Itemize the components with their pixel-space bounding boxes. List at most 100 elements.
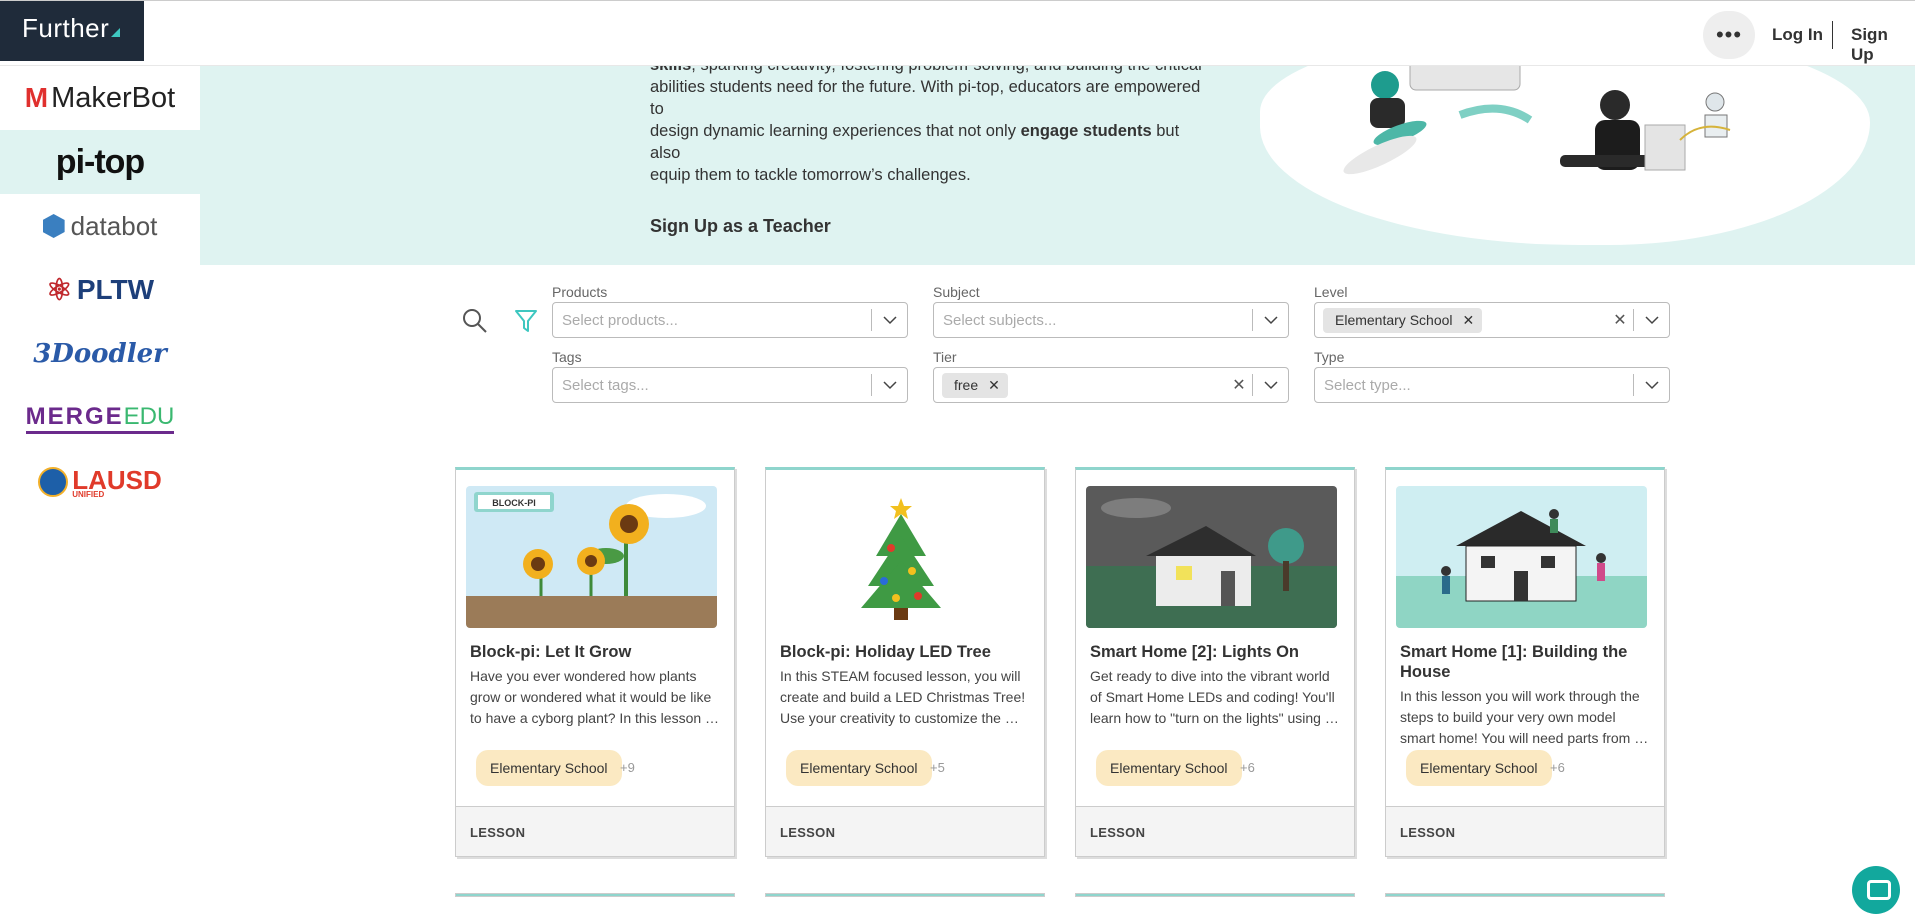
- chevron-down-icon[interactable]: [1633, 309, 1669, 331]
- card-type: LESSON: [766, 806, 1044, 856]
- sidebar-item-mergeedu[interactable]: MERGEEDU: [0, 386, 200, 450]
- card-title-line: Smart Home [1]: Building the: [1400, 643, 1628, 661]
- filter-bar: Products Select products... Subject Sele…: [0, 265, 1915, 425]
- card-type: LESSON: [1076, 806, 1354, 856]
- products-select[interactable]: Select products...: [552, 302, 908, 338]
- mergeedu-logo: MERGEEDU: [25, 402, 175, 434]
- card-desc-line: Use your creativity to customize the …: [780, 710, 1019, 726]
- sidebar-item-databot[interactable]: databot: [0, 194, 200, 258]
- subject-placeholder: Select subjects...: [943, 311, 1057, 329]
- subject-select[interactable]: Select subjects...: [933, 302, 1289, 338]
- subject-label: Subject: [933, 284, 980, 300]
- tier-select[interactable]: free ✕ ✕: [933, 367, 1289, 403]
- card-body: BLOCK-PI Block-pi: Let It Grow Have you …: [455, 467, 735, 857]
- atom-icon: ⚛: [45, 273, 73, 307]
- card-title: Block-pi: Holiday LED Tree: [780, 643, 991, 661]
- chevron-down-icon[interactable]: [871, 374, 907, 396]
- card-desc-line: smart home! You will need parts from …: [1400, 730, 1649, 746]
- lesson-card[interactable]: Smart Home [1]: Building the House In th…: [1385, 467, 1667, 857]
- tier-chip-label: free: [954, 377, 979, 393]
- pltw-logo: ⚛ PLTW: [46, 273, 154, 308]
- card-description: Get ready to dive into the vibrant world…: [1090, 666, 1346, 729]
- login-link[interactable]: Log In: [1772, 25, 1823, 45]
- card-desc-line: grow or wondered what it would be like: [470, 689, 712, 705]
- signup-teacher-link[interactable]: Sign Up as a Teacher: [650, 216, 831, 237]
- lesson-card[interactable]: Smart Home [2]: Lights On Get ready to d…: [1075, 467, 1357, 857]
- block-pi-badge: BLOCK-PI: [492, 498, 536, 508]
- card-desc-line: to have a cyborg plant? In this lesson y…: [470, 710, 726, 726]
- sidebar-item-pitop[interactable]: pi-top: [0, 130, 200, 194]
- sidebar-item-makerbot[interactable]: M MakerBot: [0, 66, 200, 130]
- chat-widget-button[interactable]: [1852, 866, 1900, 914]
- card-description: In this lesson you will work through the…: [1400, 686, 1656, 749]
- level-tag: Elementary School: [1406, 750, 1552, 786]
- search-icon[interactable]: [462, 308, 488, 334]
- more-tags-count: +6: [1550, 760, 1565, 775]
- top-header: Further ••• Log In Sign Up: [0, 0, 1915, 66]
- makerbot-m-icon: M: [24, 82, 48, 113]
- remove-chip-icon[interactable]: ✕: [988, 377, 1000, 394]
- databot-logo: databot: [42, 210, 158, 242]
- lesson-card[interactable]: BLOCK-PI Block-pi: Let It Grow Have you …: [455, 467, 737, 857]
- hero-line4: equip them to tackle tomorrow’s challeng…: [650, 166, 971, 184]
- remove-chip-icon[interactable]: ✕: [1463, 312, 1475, 329]
- card-body: Smart Home [1]: Building the House In th…: [1385, 467, 1665, 857]
- chevron-down-icon[interactable]: [1252, 374, 1288, 396]
- level-chip: Elementary School ✕: [1323, 307, 1483, 333]
- card-image-building-house: [1396, 486, 1647, 628]
- card-desc-line: In this lesson you will work through the: [1400, 688, 1640, 704]
- filter-icon[interactable]: [514, 308, 538, 334]
- card-desc-line: Get ready to dive into the vibrant world: [1090, 668, 1330, 684]
- more-tags-count: +9: [620, 760, 635, 775]
- lausd-logo: LAUSD UNIFIED: [38, 465, 162, 499]
- sidebar-item-3doodler[interactable]: 3Doodler: [0, 322, 200, 386]
- header-divider: [1832, 21, 1833, 49]
- card-desc-line: Have you ever wondered how plants: [470, 668, 697, 684]
- clear-icon[interactable]: ✕: [1226, 375, 1252, 395]
- card-image-christmas-tree: [776, 486, 1027, 628]
- card-description: Have you ever wondered how plants grow o…: [470, 666, 726, 729]
- more-tags-count: +6: [1240, 760, 1255, 775]
- card-title: Smart Home [2]: Lights On: [1090, 643, 1300, 661]
- sidebar-label-databot: databot: [70, 210, 158, 241]
- card-desc-line: In this STEAM focused lesson, you will: [780, 668, 1021, 684]
- card-title: Smart Home [1]: Building the House: [1400, 642, 1650, 682]
- chevron-down-icon[interactable]: [1252, 309, 1288, 331]
- card-title: Block-pi: Let It Grow: [470, 643, 632, 661]
- lausd-seal-icon: [38, 467, 69, 497]
- level-select[interactable]: Elementary School ✕ ✕: [1314, 302, 1670, 338]
- products-label: Products: [552, 284, 608, 300]
- lesson-card[interactable]: Block-pi: Holiday LED Tree In this STEAM…: [765, 467, 1047, 857]
- level-tag: Elementary School: [1096, 750, 1242, 786]
- tags-select[interactable]: Select tags...: [552, 367, 908, 403]
- tier-label: Tier: [933, 349, 957, 365]
- more-options-button[interactable]: •••: [1703, 11, 1755, 59]
- sidebar-label-edu: EDU: [123, 402, 175, 430]
- further-logo[interactable]: Further: [0, 1, 144, 61]
- clear-icon[interactable]: ✕: [1607, 310, 1633, 330]
- level-chip-label: Elementary School: [1335, 312, 1453, 328]
- hero-line2: abilities students need for the future. …: [650, 78, 1201, 118]
- tags-placeholder: Select tags...: [562, 376, 649, 394]
- databot-cube-icon: [42, 214, 65, 238]
- card-type: LESSON: [456, 806, 734, 856]
- brand-triangle-icon: [111, 28, 121, 37]
- card-title-line: House: [1400, 663, 1451, 681]
- type-select[interactable]: Select type...: [1314, 367, 1670, 403]
- chevron-down-icon[interactable]: [1633, 374, 1669, 396]
- signup-link[interactable]: Sign Up: [1851, 25, 1915, 65]
- type-placeholder: Select type...: [1324, 376, 1411, 394]
- 3doodler-logo: 3Doodler: [33, 339, 167, 369]
- level-label: Level: [1314, 284, 1348, 300]
- sidebar-item-lausd[interactable]: LAUSD UNIFIED: [0, 450, 200, 514]
- level-tag: Elementary School: [786, 750, 932, 786]
- next-card-edge: [1075, 893, 1355, 897]
- sidebar-item-pltw[interactable]: ⚛ PLTW: [0, 258, 200, 322]
- chevron-down-icon[interactable]: [871, 309, 907, 331]
- sidebar-label-pltw: PLTW: [76, 274, 155, 305]
- partner-sidebar: M MakerBot pi-top databot ⚛ PLTW 3Doodler …: [0, 66, 200, 514]
- pitop-logo: pi-top: [55, 142, 145, 181]
- card-body: Block-pi: Holiday LED Tree In this STEAM…: [765, 467, 1045, 857]
- brand-name: Further: [22, 13, 110, 43]
- card-image-smart-home-night: [1086, 486, 1337, 628]
